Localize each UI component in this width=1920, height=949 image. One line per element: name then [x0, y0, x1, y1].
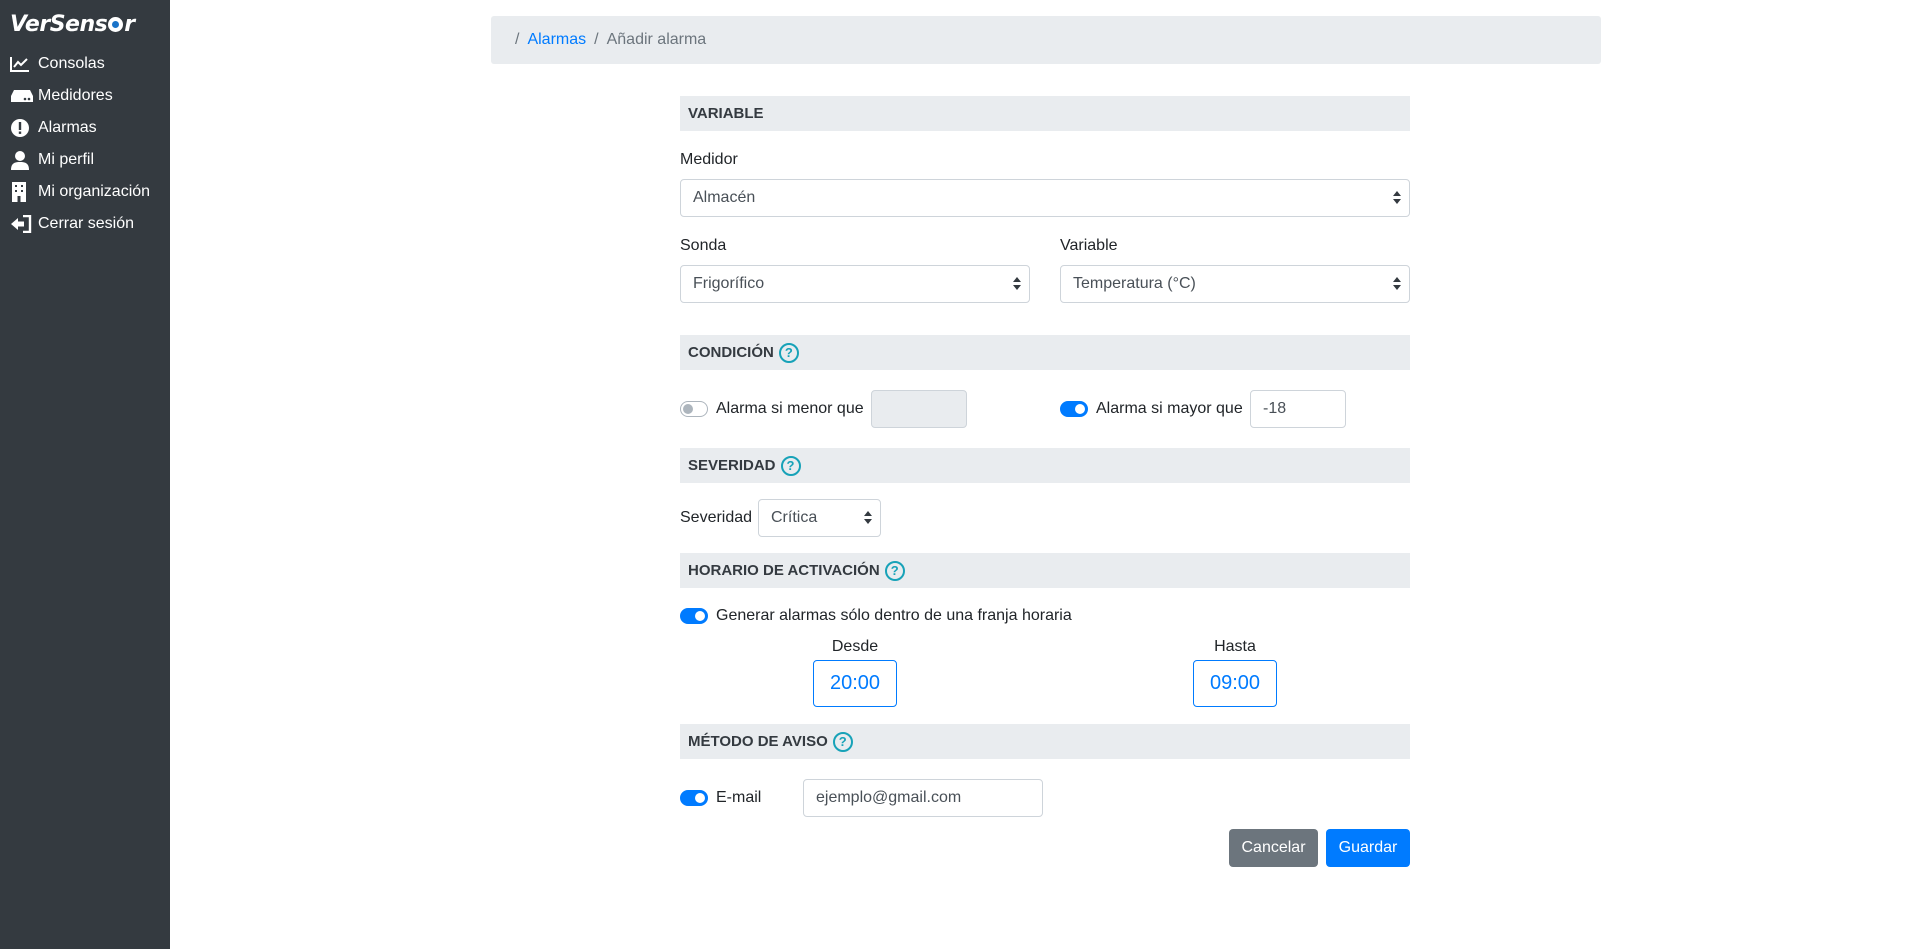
sidebar-item-label: Mi organización — [38, 183, 151, 200]
section-header-condicion: CONDICIÓN ? — [680, 335, 1410, 370]
sidebar-item-mi-perfil[interactable]: Mi perfil — [0, 144, 170, 176]
hasta-label: Hasta — [1214, 638, 1256, 655]
brand-text-left: VerSens — [10, 12, 108, 37]
mayor-input[interactable]: -18 — [1250, 390, 1346, 428]
select-arrows-icon — [1013, 277, 1021, 291]
email-toggle[interactable] — [680, 790, 708, 806]
breadcrumb-current: Añadir alarma — [606, 31, 707, 48]
email-label: E-mail — [716, 789, 762, 806]
sonda-select-value: Frigorífico — [693, 275, 765, 292]
breadcrumb: / Alarmas / Añadir alarma — [491, 16, 1601, 64]
sidebar-item-label: Mi perfil — [38, 151, 95, 168]
severidad-select[interactable]: Crítica — [758, 499, 881, 537]
variable-label: Variable — [1060, 237, 1118, 254]
breadcrumb-separator: / — [594, 31, 599, 48]
sidebar-item-medidores[interactable]: Medidores — [0, 80, 170, 112]
desde-label: Desde — [831, 638, 879, 655]
select-arrows-icon — [1393, 191, 1401, 205]
section-header-horario: HORARIO DE ACTIVACIÓN ? — [680, 553, 1410, 588]
severidad-label: Severidad — [680, 509, 753, 526]
severidad-select-value: Crítica — [771, 509, 818, 526]
sidebar-item-cerrar-sesion[interactable]: Cerrar sesión — [0, 208, 170, 240]
chart-line-icon — [10, 53, 34, 75]
sonda-select[interactable]: Frigorífico — [680, 265, 1030, 303]
menor-input[interactable] — [871, 390, 967, 428]
mayor-label: Alarma si mayor que — [1096, 400, 1243, 417]
section-header-metodo: MÉTODO DE AVISO ? — [680, 724, 1410, 759]
sidebar-item-label: Consolas — [38, 55, 105, 72]
cancel-button[interactable]: Cancelar — [1229, 829, 1318, 867]
section-title: MÉTODO DE AVISO — [688, 733, 828, 750]
select-arrows-icon — [864, 511, 872, 525]
franja-toggle[interactable] — [680, 608, 708, 624]
eye-logo-icon — [108, 17, 124, 32]
brand-text-right: r — [124, 12, 135, 37]
section-title: HORARIO DE ACTIVACIÓN — [688, 562, 880, 579]
user-icon — [10, 149, 34, 171]
help-icon[interactable]: ? — [778, 342, 799, 363]
brand-logo[interactable]: VerSens r — [10, 12, 135, 37]
sonda-label: Sonda — [680, 237, 727, 254]
breadcrumb-link-alarmas[interactable]: Alarmas — [527, 31, 586, 49]
section-title: VARIABLE — [688, 105, 764, 122]
sidebar-item-label: Cerrar sesión — [38, 215, 135, 232]
section-title: SEVERIDAD — [688, 457, 776, 474]
medidor-select[interactable]: Almacén — [680, 179, 1410, 217]
section-header-severidad: SEVERIDAD ? — [680, 448, 1410, 483]
sidebar-item-mi-organizacion[interactable]: Mi organización — [0, 176, 170, 208]
sign-out-icon — [10, 213, 34, 235]
franja-label: Generar alarmas sólo dentro de una franj… — [716, 607, 1072, 624]
save-button[interactable]: Guardar — [1326, 829, 1410, 867]
select-arrows-icon — [1393, 277, 1401, 291]
variable-select-value: Temperatura (°C) — [1073, 275, 1196, 292]
breadcrumb-separator: / — [515, 31, 520, 48]
building-icon — [10, 181, 34, 203]
sidebar-item-label: Medidores — [38, 87, 113, 104]
hasta-time-input[interactable]: 09:00 — [1193, 660, 1277, 707]
help-icon[interactable]: ? — [832, 731, 853, 752]
exclamation-circle-icon — [10, 117, 34, 139]
sidebar-item-consolas[interactable]: Consolas — [0, 48, 170, 80]
section-header-variable: VARIABLE — [680, 96, 1410, 131]
mayor-toggle[interactable] — [1060, 401, 1088, 417]
menor-label: Alarma si menor que — [716, 400, 864, 417]
medidor-select-value: Almacén — [693, 189, 756, 206]
sidebar-item-label: Alarmas — [38, 119, 97, 136]
help-icon[interactable]: ? — [780, 455, 801, 476]
medidor-label: Medidor — [680, 151, 738, 168]
section-title: CONDICIÓN — [688, 344, 774, 361]
hdd-icon — [10, 85, 34, 107]
help-icon[interactable]: ? — [884, 560, 905, 581]
variable-select[interactable]: Temperatura (°C) — [1060, 265, 1410, 303]
menor-toggle[interactable] — [680, 401, 708, 417]
desde-time-input[interactable]: 20:00 — [813, 660, 897, 707]
sidebar-item-alarmas[interactable]: Alarmas — [0, 112, 170, 144]
email-input[interactable]: ejemplo@gmail.com — [803, 779, 1043, 817]
sidebar: VerSens r Consolas Medidores Alarmas Mi p… — [0, 0, 170, 949]
sidebar-nav: Consolas Medidores Alarmas Mi perfil Mi … — [0, 48, 170, 240]
